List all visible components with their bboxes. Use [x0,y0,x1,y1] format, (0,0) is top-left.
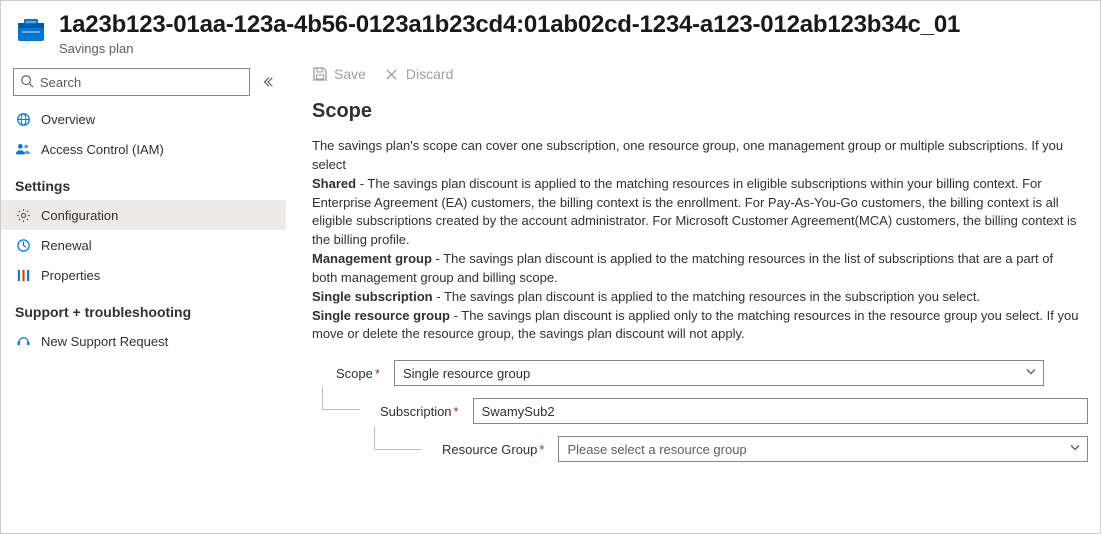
globe-icon [15,111,31,127]
sidebar-item-configuration[interactable]: Configuration [1,200,286,230]
resource-group-placeholder: Please select a resource group [567,442,746,457]
sidebar: Overview Access Control (IAM) Settings C… [1,62,286,532]
sidebar-item-label: Access Control (IAM) [41,142,164,157]
collapse-sidebar-button[interactable] [258,72,278,92]
desc-shared-text: - The savings plan discount is applied t… [312,176,1076,248]
sidebar-item-label: Overview [41,112,95,127]
desc-mg-bold: Management group [312,251,432,266]
resource-group-label: Resource Group* [442,442,550,457]
search-box[interactable] [13,68,250,96]
toolbar: Save Discard [312,66,1088,100]
desc-intro: The savings plan's scope can cover one s… [312,138,1063,172]
sidebar-item-label: Configuration [41,208,118,223]
properties-icon [15,267,31,283]
sidebar-item-overview[interactable]: Overview [1,104,286,134]
save-icon [312,66,328,82]
discard-button-label: Discard [406,66,453,82]
discard-button[interactable]: Discard [384,66,453,82]
sidebar-item-label: New Support Request [41,334,168,349]
save-button[interactable]: Save [312,66,366,82]
chevron-down-icon [1069,442,1081,457]
page-subtitle: Savings plan [59,41,1084,56]
search-icon [20,74,34,91]
scope-select[interactable]: Single resource group [394,360,1044,386]
sidebar-item-label: Renewal [41,238,92,253]
sidebar-item-label: Properties [41,268,100,283]
subscription-select[interactable]: SwamySub2 [473,398,1088,424]
scope-description: The savings plan's scope can cover one s… [312,137,1082,344]
sidebar-section-settings: Settings [1,164,286,200]
discard-icon [384,66,400,82]
scope-value: Single resource group [403,366,530,381]
subscription-value: SwamySub2 [482,404,555,419]
savings-plan-icon [15,13,47,45]
search-input[interactable] [40,75,243,90]
desc-shared-bold: Shared [312,176,356,191]
section-title: Scope [312,100,1088,123]
main-content: Save Discard Scope The savings plan's sc… [286,62,1100,532]
scope-form: Scope* Single resource group Subscriptio… [312,360,1088,462]
page-header: 1a23b123-01aa-123a-4b56-0123a1b23cd4:01a… [1,1,1100,62]
desc-singlesub-bold: Single subscription [312,289,433,304]
subscription-label: Subscription* [380,404,465,419]
support-icon [15,333,31,349]
gear-icon [15,207,31,223]
page-title: 1a23b123-01aa-123a-4b56-0123a1b23cd4:01a… [59,11,1084,39]
sidebar-item-new-support-request[interactable]: New Support Request [1,326,286,356]
clock-icon [15,237,31,253]
sidebar-item-renewal[interactable]: Renewal [1,230,286,260]
sidebar-item-properties[interactable]: Properties [1,260,286,290]
desc-singlesub-text: - The savings plan discount is applied t… [433,289,981,304]
chevron-down-icon [1025,366,1037,381]
save-button-label: Save [334,66,366,82]
scope-label: Scope* [336,366,394,381]
sidebar-item-iam[interactable]: Access Control (IAM) [1,134,286,164]
desc-singlerg-bold: Single resource group [312,308,450,323]
resource-group-select[interactable]: Please select a resource group [558,436,1088,462]
people-icon [15,141,31,157]
sidebar-section-support: Support + troubleshooting [1,290,286,326]
